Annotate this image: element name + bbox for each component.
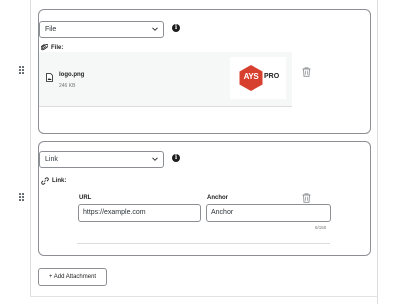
- attachment-type-select[interactable]: File: [39, 21, 164, 38]
- anchor-input[interactable]: Anchor: [206, 204, 331, 222]
- add-attachment-button[interactable]: + Add Attachment: [38, 268, 107, 286]
- file-label: File:: [51, 44, 64, 51]
- attachment-type-value: File: [45, 26, 57, 33]
- file-name: logo.png: [59, 72, 85, 78]
- link-icon: [41, 177, 49, 185]
- image-file-icon: [46, 73, 53, 82]
- divider: [77, 243, 330, 244]
- info-icon[interactable]: i: [172, 154, 180, 162]
- link-label: Link:: [52, 178, 67, 184]
- image-thumbnail: AYS PRO: [230, 57, 286, 99]
- trash-icon[interactable]: [302, 67, 311, 77]
- anchor-char-counter: 6/150: [315, 225, 327, 230]
- attachment-type-value: Link: [45, 156, 58, 163]
- left-rail: [30, 0, 31, 296]
- chevron-down-icon: [152, 27, 158, 31]
- trash-icon[interactable]: [302, 193, 311, 203]
- attachment-type-select[interactable]: Link: [39, 151, 164, 168]
- drag-handle-icon[interactable]: [19, 193, 25, 201]
- file-size: 246 KB: [59, 83, 76, 89]
- file-preview-panel: logo.png 246 KB AYS PRO: [39, 52, 292, 107]
- info-icon[interactable]: i: [172, 24, 180, 32]
- chevron-down-icon: [152, 157, 158, 161]
- drag-handle-icon[interactable]: [19, 66, 25, 74]
- divider: [30, 296, 378, 297]
- paperclip-icon: [41, 44, 48, 51]
- logo-text: AYS: [243, 72, 259, 81]
- anchor-label: Anchor: [207, 195, 228, 201]
- file-section-label: File:: [41, 44, 63, 51]
- link-section-label: Link:: [41, 177, 66, 185]
- logo-suffix: PRO: [264, 73, 280, 80]
- url-label: URL: [79, 195, 92, 201]
- right-rail: [377, 0, 378, 304]
- url-input[interactable]: https://example.com: [78, 204, 201, 222]
